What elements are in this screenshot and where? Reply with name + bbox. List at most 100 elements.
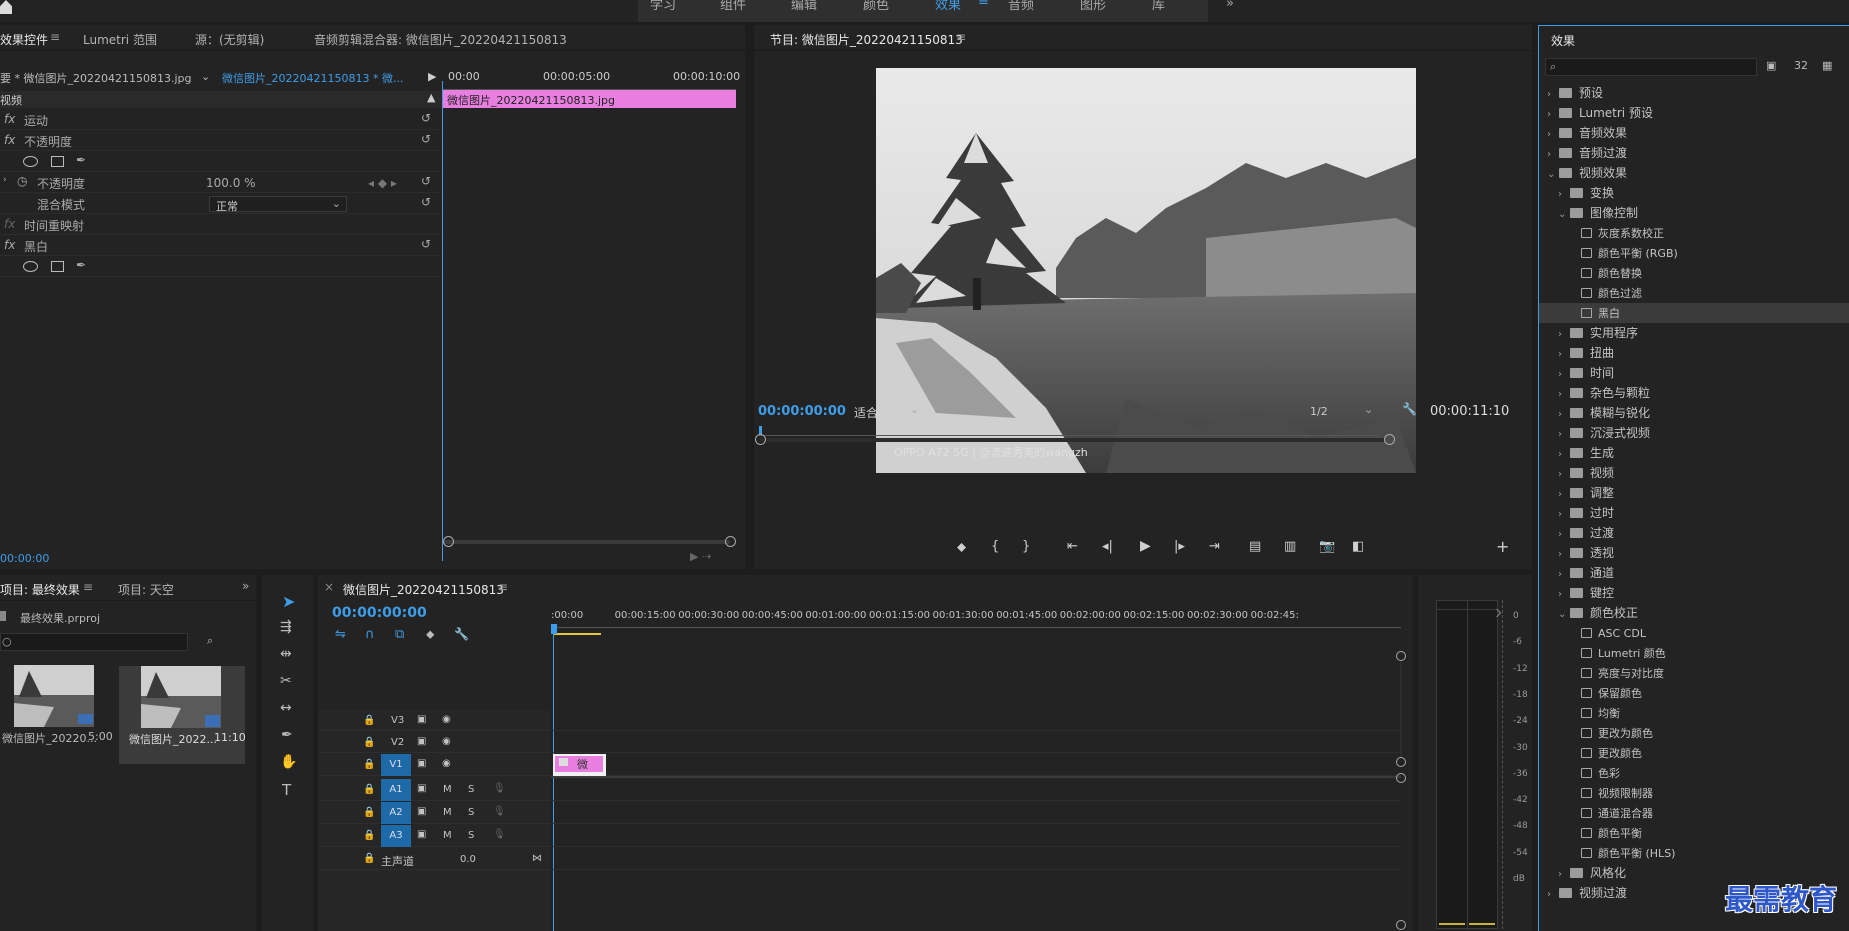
v-scroll-handle[interactable] [1396,773,1406,783]
program-scroll-handle-left[interactable] [755,434,766,445]
work-area-bar[interactable] [553,633,601,635]
chevron-down-icon[interactable]: ⌄ [1558,605,1570,625]
effects-folder[interactable]: › 杂色与颗粒 [1539,383,1849,403]
ec-scroll-handle-left[interactable] [443,536,454,547]
rectangle-mask-icon[interactable] [51,156,64,167]
expand-arrow-icon[interactable]: › [3,175,7,185]
close-icon[interactable]: × [324,580,334,594]
microphone-icon[interactable]: 🎙 [493,783,506,794]
effects-folder[interactable]: › 键控 [1539,583,1849,603]
effects-folder[interactable]: ⌄ 图像控制 [1539,203,1849,223]
chevron-right-icon[interactable]: › [1558,365,1570,385]
project-item[interactable]: 微信图片_20220... 5:00 [0,665,118,745]
solo-button[interactable]: S [468,807,474,818]
chevron-right-icon[interactable]: › [1547,125,1559,145]
mark-out-icon[interactable]: } [1022,539,1030,554]
ec-scroll-handle-right[interactable] [725,536,736,547]
chevron-right-icon[interactable]: › [1558,385,1570,405]
solo-button[interactable]: S [468,784,474,795]
effect-item[interactable]: 通道混合器 [1539,803,1849,823]
chevron-down-icon[interactable]: ⌄ [1558,205,1570,225]
effects-folder[interactable]: › 模糊与锐化 [1539,403,1849,423]
ripple-edit-tool-icon[interactable]: ⇹ [280,646,292,662]
track-label[interactable]: A1 [381,779,411,801]
fit-dropdown[interactable]: 适合 ⌄ [854,403,924,420]
sync-lock-icon[interactable]: ▣ [417,829,426,840]
pen-mask-icon[interactable]: ✒ [76,258,86,272]
overflow-icon[interactable]: » [242,579,249,593]
effect-row-opacity[interactable]: fx 不透明度 ↺ [0,131,442,151]
effect-item[interactable]: 视频限制器 [1539,783,1849,803]
timeline-ruler[interactable]: :00:00 00:00:15:00 00:00:30:00 00:00:45:00 0… [551,610,1401,624]
tab-effect-controls[interactable]: 效果控件 [0,31,48,48]
v-scroll-handle[interactable] [1396,651,1406,661]
tab-lumetri-scopes[interactable]: Lumetri 范围 [83,31,157,48]
collapse-icon[interactable]: ▲ [427,91,435,104]
effects-folder[interactable]: › 透视 [1539,543,1849,563]
effects-folder[interactable]: › 调整 [1539,483,1849,503]
workspace-edit[interactable]: 编辑 [791,0,817,13]
project-search-input[interactable]: ○ [0,633,188,651]
effects-title[interactable]: 效果 [1551,32,1575,49]
chevron-down-icon[interactable]: ⌄ [1547,165,1559,185]
linked-selection-icon[interactable]: ∩ [365,627,375,642]
timeline-playhead-head[interactable] [551,624,557,634]
master-volume[interactable]: 0.0 [460,854,476,865]
track-v3[interactable]: 🔒 V3 ▣ ◉ [318,710,1401,731]
settings-wrench-icon[interactable]: 🔧 [454,627,469,641]
lock-icon[interactable]: 🔒 [363,830,375,841]
effect-row-motion[interactable]: fx 运动 ↺ [0,110,442,130]
program-timecode[interactable]: 00:00:00:00 [758,404,846,419]
mark-in-icon[interactable]: { [991,539,999,554]
chevron-right-icon[interactable]: › [1558,185,1570,205]
effect-item[interactable]: 更改为颜色 [1539,723,1849,743]
lock-icon[interactable]: 🔒 [363,807,375,818]
panel-menu-icon[interactable]: ≡ [50,30,60,44]
accelerated-effects-icon[interactable]: ▣ [1766,59,1776,72]
effects-folder[interactable]: › 扭曲 [1539,343,1849,363]
effect-item[interactable]: 灰度系数校正 [1539,223,1849,243]
effects-folder[interactable]: › Lumetri 预设 [1539,103,1849,123]
mute-button[interactable]: M [443,830,452,841]
opacity-value[interactable]: 100.0 % [206,176,256,190]
effect-item[interactable]: ASC CDL [1539,623,1849,643]
timeline-tab[interactable]: 微信图片_20220421150813 [343,581,504,598]
chevron-right-icon[interactable]: › [1547,145,1559,165]
home-icon[interactable] [0,0,12,14]
effects-folder[interactable]: › 过渡 [1539,523,1849,543]
microphone-icon[interactable]: 🎙 [493,829,506,840]
eye-icon[interactable]: ◉ [442,758,451,769]
track-label[interactable]: A2 [381,802,411,824]
effects-folder[interactable]: › 实用程序 [1539,323,1849,343]
ellipse-mask-icon[interactable] [23,261,38,272]
step-forward-icon[interactable]: |▸ [1174,539,1185,554]
effects-folder[interactable]: › 时间 [1539,363,1849,383]
add-marker-icon[interactable]: ⬥ [426,627,434,642]
tab-source[interactable]: 源：(无剪辑) [195,31,264,48]
lock-icon[interactable]: 🔒 [363,715,375,726]
track-a2[interactable]: 🔒 A2 ▣ M S 🎙 [318,802,1401,824]
lock-icon[interactable]: 🔒 [363,737,375,748]
effects-folder[interactable]: › 音频效果 [1539,123,1849,143]
effect-item[interactable]: 颜色平衡 (HLS) [1539,843,1849,863]
snap-icon[interactable]: ⇋ [335,627,346,642]
clip-dropdown-arrow[interactable]: ⌄ [201,70,210,83]
program-scrollbar[interactable] [760,438,1384,442]
go-to-out-icon[interactable]: ⇥ [1209,539,1220,554]
export-frame-icon[interactable]: 📷 [1319,539,1335,554]
tab-audio-clip-mixer[interactable]: 音频剪辑混合器: 微信图片_20220421150813 [314,31,567,48]
track-label[interactable]: A3 [381,825,411,847]
program-scroll-handle-right[interactable] [1384,434,1395,445]
32bit-effects-icon[interactable]: 32 [1794,59,1808,72]
v-scroll-handle[interactable] [1396,757,1406,767]
track-v1[interactable]: 🔒 V1 ▣ ◉ 微 [318,754,1401,776]
workspace-libraries[interactable]: 库 [1152,0,1165,13]
effects-folder[interactable]: › 视频 [1539,463,1849,483]
track-select-tool-icon[interactable]: ⇶ [280,619,292,635]
effect-item[interactable]: 色彩 [1539,763,1849,783]
effect-item[interactable]: Lumetri 颜色 [1539,643,1849,663]
reset-icon[interactable]: ↺ [421,237,431,251]
workspace-learn[interactable]: 学习 [650,0,676,13]
effect-item[interactable]: 保留颜色 [1539,683,1849,703]
lock-icon[interactable]: 🔒 [363,784,375,795]
